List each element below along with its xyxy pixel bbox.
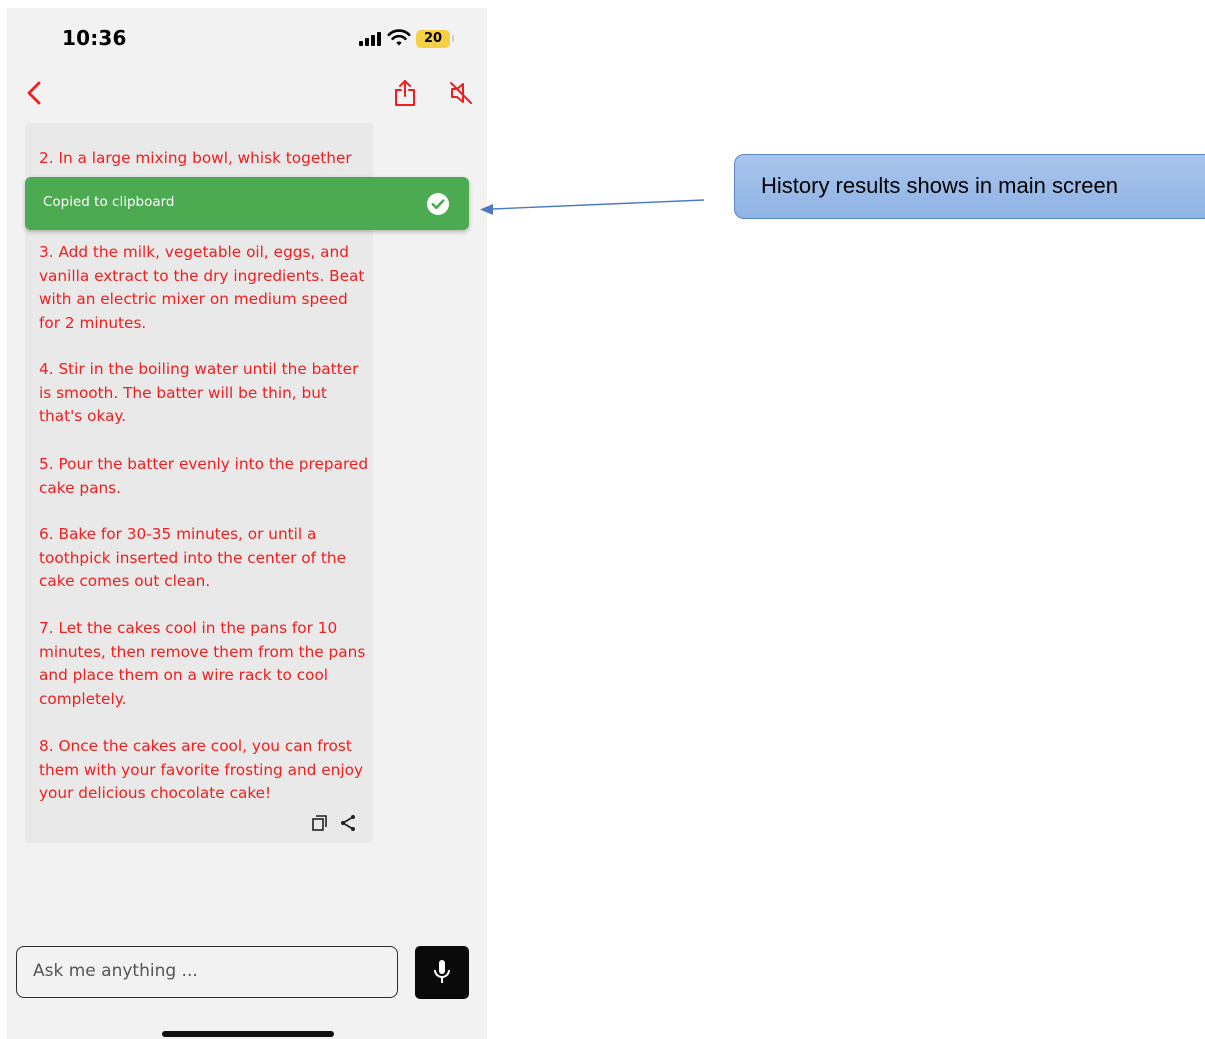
message-step-3: 3. Add the milk, vegetable oil, eggs, an… [39,243,365,332]
message-step-5: 5. Pour the batter evenly into the prepa… [39,455,369,497]
message-step-4: 4. Stir in the boiling water until the b… [39,360,359,425]
message-step-7: 7. Let the cakes cool in the pans for 10… [39,619,366,708]
home-indicator [162,1031,334,1037]
message-bubble: 2. In a large mixing bowl, whisk togethe… [25,123,373,843]
ask-input-container [16,946,398,998]
share-button[interactable] [391,78,419,108]
toast-text: Copied to clipboard [43,194,175,210]
check-circle-icon [427,193,449,215]
battery-tip [452,35,454,42]
message-step-2: 2. In a large mixing bowl, whisk togethe… [39,149,352,167]
message-step-6: 6. Bake for 30-35 minutes, or until a to… [39,525,347,590]
status-time: 10:36 [62,26,127,50]
mute-button[interactable] [448,80,474,106]
chevron-left-icon [27,81,41,105]
share-icon [395,80,415,106]
share-nodes-icon[interactable] [338,813,358,833]
copy-icon[interactable] [310,813,330,833]
phone-screen: 10:36 20 2. In a large mixing bowl, whis… [7,8,487,1039]
message-step-8: 8. Once the cakes are cool, you can fros… [39,737,364,802]
ask-input[interactable] [33,947,373,995]
copied-toast: Copied to clipboard [25,177,469,230]
back-button[interactable] [21,79,49,107]
microphone-icon [434,960,450,983]
signal-icon [359,32,381,46]
status-indicators: 20 [359,28,459,50]
annotation-callout: History results shows in main screen [734,154,1205,219]
battery-icon: 20 [416,30,450,48]
message-actions [310,813,370,835]
microphone-button[interactable] [415,946,469,999]
annotation-arrow [480,199,704,215]
annotation-text: History results shows in main screen [761,173,1119,198]
wifi-icon [387,29,411,46]
speaker-muted-icon [450,82,472,104]
